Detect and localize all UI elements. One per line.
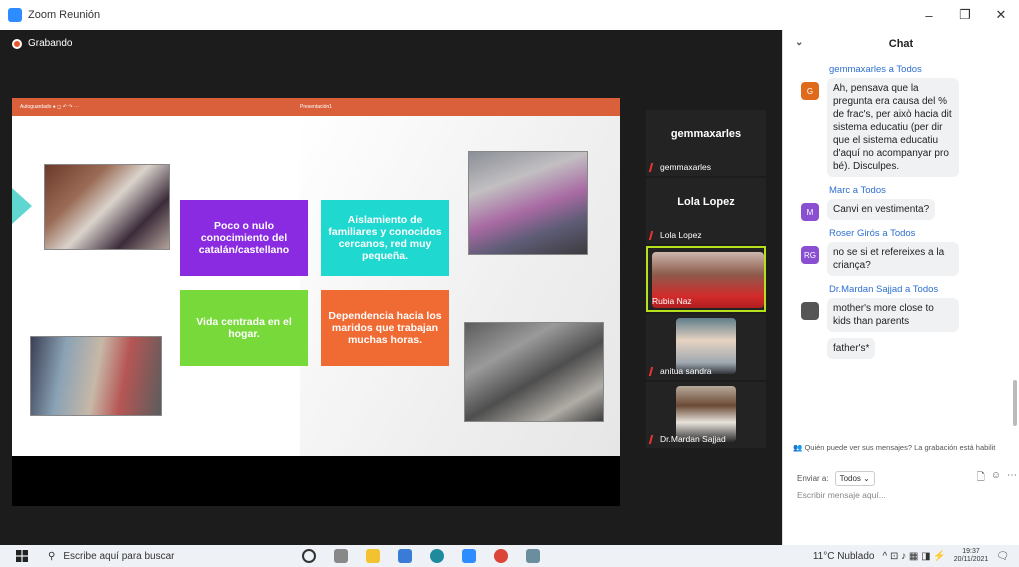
slide-box-home: Vida centrada en el hogar. xyxy=(180,290,308,366)
mic-off-icon xyxy=(648,434,659,444)
avatar: RG xyxy=(801,246,819,264)
more-icon[interactable]: ⋯ xyxy=(1007,470,1017,487)
file-explorer-icon[interactable] xyxy=(366,549,380,563)
system-tray: 11°C Nublado ^ ⊡ ♪ ▦ ◨ ⚡ 19:37 20/11/202… xyxy=(813,548,1009,564)
photo-street-women xyxy=(468,151,588,255)
chat-message: Marc a Todos M Canvi en vestimenta? xyxy=(783,185,1019,221)
close-button[interactable]: ✕ xyxy=(983,0,1019,30)
chat-message: Dr.Mardan Sajjad a Todos mother's more c… xyxy=(783,284,1019,359)
message-bubble: Canvi en vestimenta? xyxy=(827,199,936,220)
participant-name: Rubia Naz xyxy=(652,296,692,306)
chat-message: Roser Girós a Todos RG no se si et refer… xyxy=(783,228,1019,276)
shared-screen: Autoguardado ● ◻ ↶ ↷ ⋯ Presentación1 Poc… xyxy=(12,98,620,506)
chat-visibility-notice[interactable]: 👥 Quién puede ver sus mensajes? La graba… xyxy=(793,443,1017,452)
photo-classroom xyxy=(30,336,162,416)
chat-message-input[interactable]: Escribir mensaje aquí... xyxy=(797,490,1007,500)
presentation-title: Presentación1 xyxy=(300,104,332,110)
arrow-decoration xyxy=(12,188,32,224)
participant-tile[interactable]: gemmaxarles gemmaxarles xyxy=(646,110,766,176)
message-sender: Dr.Mardan Sajjad a Todos xyxy=(829,284,939,295)
message-sender: gemmaxarles a Todos xyxy=(829,64,922,75)
message-bubble: father's* xyxy=(827,338,876,359)
chat-panel: ⌄ Chat gemmaxarles a Todos G Ah, pensava… xyxy=(782,30,1019,545)
chat-message: gemmaxarles a Todos G Ah, pensava que la… xyxy=(783,64,1019,177)
chat-messages: gemmaxarles a Todos G Ah, pensava que la… xyxy=(783,64,1019,367)
mic-off-icon xyxy=(648,162,659,172)
message-sender: Marc a Todos xyxy=(829,185,886,196)
powerpoint-toolbar: Autoguardado ● ◻ ↶ ↷ ⋯ Presentación1 xyxy=(12,98,620,116)
send-to-label: Enviar a: xyxy=(797,474,829,483)
chat-title: Chat xyxy=(888,38,914,50)
edge-icon[interactable] xyxy=(430,549,444,563)
recording-indicator[interactable]: Grabando xyxy=(12,38,72,49)
meeting-area: Grabando Autoguardado ● ◻ ↶ ↷ ⋯ Presenta… xyxy=(0,30,782,545)
participant-strip: gemmaxarles gemmaxarles Lola Lopez Lola … xyxy=(646,110,766,450)
slide-box-isolation: Aislamiento de familiares y conocidos ce… xyxy=(321,200,449,276)
window-title: Zoom Reunión xyxy=(28,9,101,21)
participant-tile[interactable]: Dr.Mardan Sajjad xyxy=(646,382,766,448)
record-icon xyxy=(12,38,22,49)
search-icon: ⚲ xyxy=(48,550,56,562)
emoji-icon[interactable]: ☺ xyxy=(991,470,1001,487)
recording-label: Grabando xyxy=(28,38,73,49)
chevron-down-icon[interactable]: ⌄ xyxy=(795,37,803,48)
send-to-row: Enviar a: Todos ⌄ 🗋 ☺ ⋯ xyxy=(797,470,1017,487)
send-to-select[interactable]: Todos ⌄ xyxy=(834,471,875,486)
slide-box-language: Poco o nulo conocimiento del catalán/cas… xyxy=(180,200,308,276)
participant-tile-active-speaker[interactable]: Rubia Naz xyxy=(646,246,766,312)
chrome-icon[interactable] xyxy=(494,549,508,563)
photo-clinic xyxy=(44,164,170,250)
chat-header: ⌄ Chat xyxy=(783,30,1019,58)
notification-icon[interactable]: 🗨 xyxy=(996,551,1009,562)
tray-icons[interactable]: ^ ⊡ ♪ ▦ ◨ ⚡ xyxy=(882,551,945,562)
task-view-icon[interactable] xyxy=(334,549,348,563)
zoom-taskbar-icon[interactable] xyxy=(462,549,476,563)
search-placeholder: Escribe aquí para buscar xyxy=(63,550,175,562)
slide-box-dependence: Dependencia hacia los maridos que trabaj… xyxy=(321,290,449,366)
minimize-button[interactable]: – xyxy=(911,0,947,30)
participant-name: Lola Lopez xyxy=(660,230,702,240)
participant-big-name: Lola Lopez xyxy=(677,196,735,208)
mic-off-icon xyxy=(648,366,659,376)
chat-scrollbar[interactable] xyxy=(1013,380,1017,426)
avatar xyxy=(801,302,819,320)
file-icon[interactable]: 🗋 xyxy=(977,470,985,487)
weather-label[interactable]: 11°C Nublado xyxy=(813,551,875,562)
app-l-icon[interactable] xyxy=(398,549,412,563)
autosave-label: Autoguardado ● ◻ ↶ ↷ ⋯ xyxy=(20,104,79,110)
title-bar: Zoom Reunión – ❐ ✕ xyxy=(0,0,1019,30)
participant-big-name: gemmaxarles xyxy=(670,128,742,140)
taskbar-apps xyxy=(302,549,540,563)
message-bubble: no se si et refereixes a la criança? xyxy=(827,242,959,276)
message-bubble: Ah, pensava que la pregunta era causa de… xyxy=(827,78,959,177)
windows-taskbar: ⚲ Escribe aquí para buscar 11°C Nublado … xyxy=(0,545,1019,567)
participant-tile[interactable]: anitua sandra xyxy=(646,314,766,380)
message-bubble: mother's more close to kids than parents xyxy=(827,298,959,332)
mic-off-icon xyxy=(648,230,659,240)
participant-name: anitua sandra xyxy=(660,366,712,376)
participant-name: gemmaxarles xyxy=(660,162,712,172)
zoom-app-icon xyxy=(8,8,22,22)
avatar: M xyxy=(801,203,819,221)
message-sender: Roser Girós a Todos xyxy=(829,228,916,239)
windows-start-icon[interactable] xyxy=(16,550,28,562)
people-icon: 👥 xyxy=(793,443,803,452)
avatar: G xyxy=(801,82,819,100)
participant-tile[interactable]: Lola Lopez Lola Lopez xyxy=(646,178,766,244)
cortana-icon[interactable] xyxy=(302,549,316,563)
photo-street-men xyxy=(464,322,604,422)
participant-name: Dr.Mardan Sajjad xyxy=(660,434,726,444)
app-icon[interactable] xyxy=(526,549,540,563)
taskbar-search[interactable]: ⚲ Escribe aquí para buscar xyxy=(48,551,278,562)
maximize-button[interactable]: ❐ xyxy=(947,0,983,30)
slide-canvas: Poco o nulo conocimiento del catalán/cas… xyxy=(12,116,620,456)
clock[interactable]: 19:37 20/11/2021 xyxy=(954,548,989,564)
